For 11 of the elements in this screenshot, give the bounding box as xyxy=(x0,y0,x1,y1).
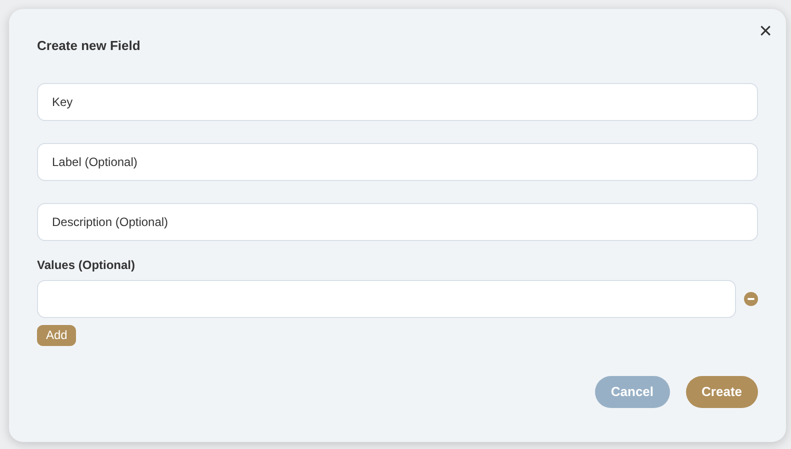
add-button[interactable]: Add xyxy=(37,325,76,346)
cancel-button[interactable]: Cancel xyxy=(594,376,670,408)
value-field[interactable] xyxy=(37,280,736,318)
create-button[interactable]: Create xyxy=(686,376,758,408)
close-button[interactable]: × xyxy=(759,21,772,41)
input-field[interactable]: Key xyxy=(37,83,758,121)
remove-icon[interactable] xyxy=(744,292,758,306)
input-field[interactable]: Label (Optional) xyxy=(37,143,758,181)
dialog-title: Create new Field xyxy=(37,37,142,55)
input-field[interactable]: Description (Optional) xyxy=(37,203,758,241)
values-label: Values (Optional) xyxy=(37,257,136,273)
